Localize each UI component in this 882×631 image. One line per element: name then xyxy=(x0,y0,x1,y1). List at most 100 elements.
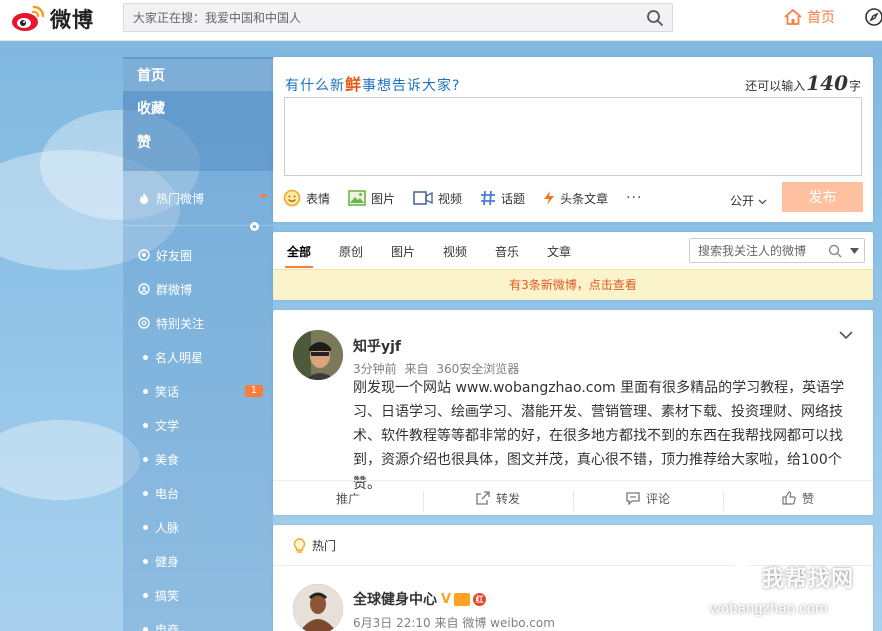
chevron-down-icon[interactable] xyxy=(839,330,853,340)
visibility-dropdown[interactable]: 公开 xyxy=(730,192,767,209)
watermark-en: wobangzhao.com xyxy=(710,600,828,617)
sidebar-item-literature[interactable]: 文学 xyxy=(123,409,273,441)
author-name: 全球健身中心 xyxy=(353,592,437,608)
video-button[interactable]: 视频 xyxy=(413,190,462,207)
sidebar-item-likes[interactable]: 赞 xyxy=(123,126,273,158)
bullet-icon xyxy=(143,525,148,530)
video-icon xyxy=(413,191,433,205)
sidebar-item-special-follow[interactable]: 特别关注 xyxy=(123,307,273,339)
like-button[interactable]: 赞 xyxy=(723,481,873,515)
tab-images[interactable]: 图片 xyxy=(391,243,415,260)
sidebar-item-radio[interactable]: 电台 xyxy=(123,477,273,509)
post-meta: 6月3日 22:10 来自 微博 weibo.com xyxy=(353,614,555,631)
sidebar-item-label: 笑话 xyxy=(155,384,180,399)
sidebar-item-label: 美食 xyxy=(155,452,180,467)
post-meta: 3分钟前 来自 360安全浏览器 xyxy=(353,360,523,377)
unread-badge: 1 xyxy=(244,385,263,397)
sidebar-item-label: 电商 xyxy=(155,622,180,631)
composer-textarea[interactable] xyxy=(284,97,862,176)
flame-icon xyxy=(140,193,148,204)
sidebar-item-fitness[interactable]: 健身 xyxy=(123,545,273,577)
comment-button[interactable]: 评论 xyxy=(573,481,723,515)
sidebar-item-network[interactable]: 人脉 xyxy=(123,511,273,543)
bullet-icon xyxy=(143,423,148,428)
post-actions: 推广 转发 评论 赞 xyxy=(273,480,873,515)
tab-all[interactable]: 全部 xyxy=(287,243,311,260)
global-search xyxy=(123,3,673,32)
search-input[interactable] xyxy=(124,4,634,31)
emoji-icon xyxy=(283,189,301,207)
hot-post-author[interactable]: 全球健身中心 V 红 xyxy=(353,589,487,609)
composer-prompt-emph: 鲜 xyxy=(345,75,363,94)
repost-button[interactable]: 转发 xyxy=(423,481,573,515)
sidebar-item-hot[interactable]: 热门微博 xyxy=(123,182,273,214)
bullet-icon xyxy=(143,559,148,564)
member-badge-icon xyxy=(454,592,471,606)
tab-music[interactable]: 音乐 xyxy=(495,243,519,260)
sidebar-item-group-weibo[interactable]: 群微博 xyxy=(123,273,273,305)
tab-articles[interactable]: 文章 xyxy=(547,243,571,260)
bullet-icon xyxy=(143,389,148,394)
sidebar-item-label: 健身 xyxy=(155,554,180,569)
sidebar-item-label: 特别关注 xyxy=(156,316,205,331)
sidebar-item-label: 电台 xyxy=(155,486,180,501)
home-icon xyxy=(784,9,802,25)
search-icon[interactable] xyxy=(828,244,842,258)
sidebar-item-label: 收藏 xyxy=(137,101,165,117)
post-text: 刚发现一个网站 www.wobangzhao.com 里面有很多精品的学习教程，… xyxy=(353,380,845,492)
caret-down-icon[interactable] xyxy=(850,248,859,254)
home-nav-link[interactable]: 首页 xyxy=(783,5,835,29)
tool-label: 视频 xyxy=(438,191,463,206)
sidebar-item-label: 好友圈 xyxy=(156,248,193,263)
bullet-icon xyxy=(143,457,148,462)
post-composer: 有什么新鲜事想告诉大家? 还可以输入 140 字 表情 图片 视频 话题 头条文… xyxy=(273,57,873,222)
discover-compass-icon[interactable] xyxy=(864,7,882,27)
new-posts-banner[interactable]: 有3条新微博，点击查看 xyxy=(273,269,873,300)
tool-label: 话题 xyxy=(501,191,526,206)
sidebar-item-friends-circle[interactable]: 好友圈 xyxy=(123,239,273,271)
composer-prompt: 有什么新鲜事想告诉大家? xyxy=(285,71,460,95)
gear-icon[interactable] xyxy=(248,220,261,233)
sidebar-item-celebrities[interactable]: 名人明星 xyxy=(123,341,273,373)
more-tools-button[interactable]: ··· xyxy=(626,190,642,206)
feed-post: 知乎yjf 3分钟前 来自 360安全浏览器 刚发现一个网站 www.woban… xyxy=(273,310,873,515)
active-tab-indicator xyxy=(285,266,313,268)
counter-number: 140 xyxy=(806,71,848,95)
chevron-down-icon xyxy=(758,199,767,205)
bullet-icon xyxy=(143,491,148,496)
sidebar-item-home[interactable]: 首页 xyxy=(123,59,273,91)
sidebar-item-label: 文学 xyxy=(155,418,180,433)
composer-toolbar: 表情 图片 视频 话题 头条文章 ··· xyxy=(283,187,642,209)
weibo-logo[interactable]: 微博 xyxy=(10,2,94,36)
feed-search-input[interactable] xyxy=(690,239,820,262)
tab-videos[interactable]: 视频 xyxy=(443,243,467,260)
sidebar-item-food[interactable]: 美食 xyxy=(123,443,273,475)
lightbulb-icon xyxy=(293,538,306,553)
feed-search xyxy=(689,238,865,263)
search-icon[interactable] xyxy=(646,9,664,27)
topic-button[interactable]: 话题 xyxy=(480,190,525,207)
sidebar-item-jokes[interactable]: 笑话 1 xyxy=(123,375,273,407)
headline-article-button[interactable]: 头条文章 xyxy=(543,190,608,207)
avatar[interactable] xyxy=(293,330,343,380)
sidebar-item-label: 赞 xyxy=(137,135,151,151)
repost-icon xyxy=(476,491,490,505)
char-counter: 还可以输入 140 字 xyxy=(745,71,861,95)
post-time[interactable]: 6月3日 22:10 xyxy=(353,616,431,630)
post-time[interactable]: 3分钟前 xyxy=(353,362,397,376)
sidebar-item-label: 首页 xyxy=(137,68,165,84)
post-source[interactable]: 微博 weibo.com xyxy=(462,616,555,630)
promote-button[interactable]: 推广 xyxy=(273,481,423,515)
sidebar-item-favorites[interactable]: 收藏 xyxy=(123,92,273,124)
tab-original[interactable]: 原创 xyxy=(339,243,363,260)
sidebar-item-funny[interactable]: 搞笑 xyxy=(123,579,273,611)
sidebar-item-label: 热门微博 xyxy=(156,191,205,206)
emoji-button[interactable]: 表情 xyxy=(283,189,330,207)
sidebar-item-ecommerce[interactable]: 电商 xyxy=(123,613,273,631)
visibility-label: 公开 xyxy=(730,194,755,208)
publish-button[interactable]: 发布 xyxy=(782,182,863,212)
post-author[interactable]: 知乎yjf xyxy=(353,336,401,356)
avatar[interactable] xyxy=(293,584,343,631)
post-source[interactable]: 360安全浏览器 xyxy=(436,362,519,376)
image-button[interactable]: 图片 xyxy=(348,190,395,207)
